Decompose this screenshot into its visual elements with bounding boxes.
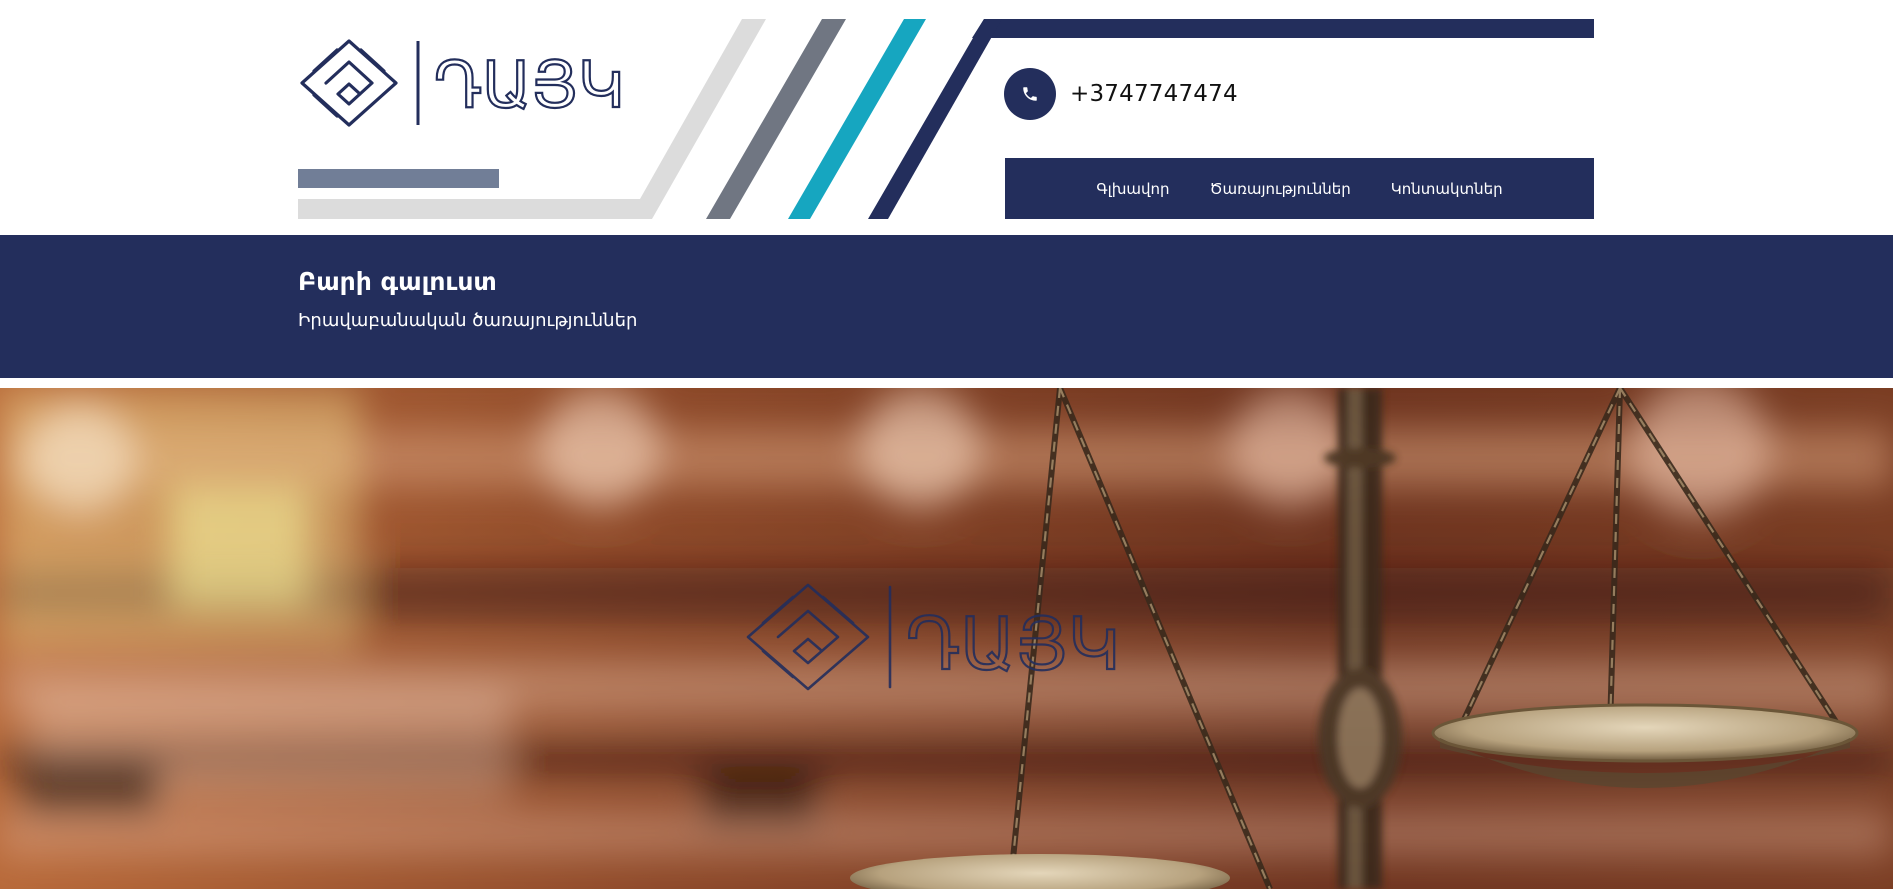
phone-number[interactable]: +3747747474 bbox=[1070, 81, 1238, 107]
navy-top-bar bbox=[972, 19, 1594, 38]
hero-watermark-text: ԴԱՅԿ bbox=[906, 602, 1121, 686]
welcome-title: Բարի գալուստ bbox=[298, 267, 497, 296]
hero-image: ԴԱՅԿ bbox=[0, 388, 1893, 889]
logo-text: ԴԱՅԿ bbox=[434, 49, 625, 123]
nav-item-home[interactable]: Գլխավոր bbox=[1096, 180, 1169, 198]
nav-item-contacts[interactable]: Կոնտակտներ bbox=[1391, 180, 1503, 198]
welcome-subtitle: Իրավաբանական ծառայություններ bbox=[298, 310, 638, 331]
phone-contact[interactable]: +3747747474 bbox=[1004, 68, 1238, 120]
header-decoration bbox=[298, 19, 1594, 219]
main-nav: Գլխավոր Ծառայություններ Կոնտակտներ bbox=[1005, 158, 1594, 219]
site-logo[interactable]: ԴԱՅԿ bbox=[298, 37, 630, 129]
phone-icon bbox=[1004, 68, 1056, 120]
steel-bar bbox=[298, 169, 499, 188]
scales-of-justice-photo: ԴԱՅԿ bbox=[0, 388, 1893, 889]
site-header: ԴԱՅԿ +3747747474 Գլխավոր Ծառայություններ… bbox=[0, 0, 1893, 235]
welcome-banner: Բարի գալուստ Իրավաբանական ծառայություննե… bbox=[0, 235, 1893, 378]
maze-square-logo-icon: ԴԱՅԿ bbox=[300, 39, 626, 127]
nav-item-services[interactable]: Ծառայություններ bbox=[1210, 180, 1351, 198]
